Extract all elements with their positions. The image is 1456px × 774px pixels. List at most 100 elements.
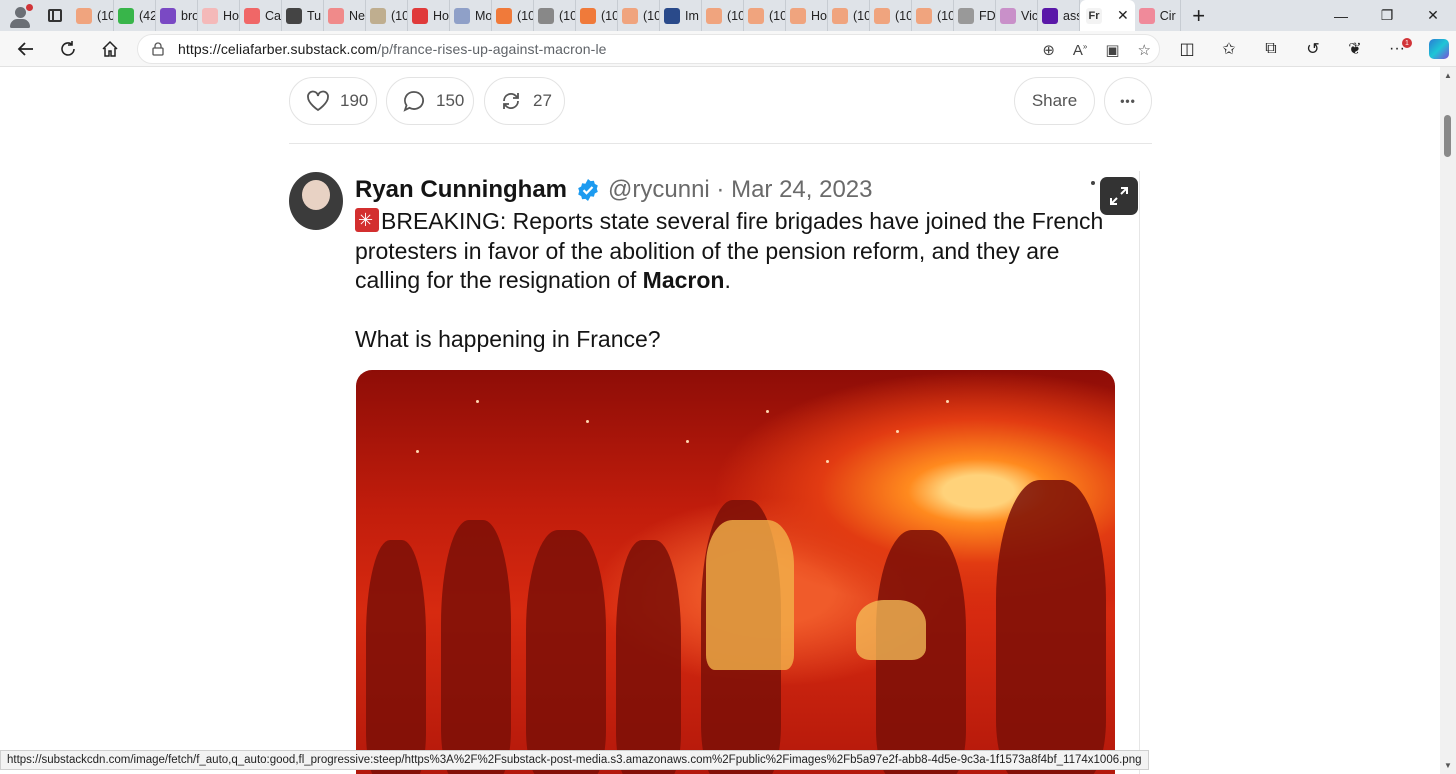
tab-favicon-icon	[202, 7, 218, 24]
copilot-icon[interactable]	[1418, 31, 1456, 67]
tab-12[interactable]: (10	[576, 0, 618, 31]
substack-favicon-icon: Fr	[1086, 7, 1102, 24]
zoom-icon[interactable]: ⊕	[1042, 41, 1055, 59]
siren-emoji-icon	[355, 208, 379, 232]
tab-22[interactable]: Vic	[996, 0, 1038, 31]
tab-favicon-icon	[370, 7, 386, 24]
tab-16[interactable]: (10	[744, 0, 786, 31]
tab-label: (10	[601, 8, 618, 23]
tab-favicon-icon	[916, 7, 932, 24]
more-options-icon[interactable]: ··· 1	[1376, 31, 1418, 67]
split-screen-icon[interactable]: ◫	[1166, 31, 1208, 67]
tab-favicon-icon	[538, 7, 554, 24]
tab-favicon-icon	[118, 7, 134, 24]
like-button[interactable]: 190	[289, 77, 377, 125]
tab-label: (42	[139, 8, 156, 23]
tab-label: Vic	[1021, 8, 1038, 23]
avatar[interactable]	[289, 172, 343, 230]
new-tab-button[interactable]: +	[1181, 0, 1217, 31]
tab-actions-icon[interactable]	[38, 0, 72, 31]
tab-19[interactable]: (10	[870, 0, 912, 31]
tab-label: bro	[181, 8, 198, 23]
tab-6[interactable]: Ne	[324, 0, 366, 31]
refresh-button[interactable]	[47, 31, 89, 67]
restack-button[interactable]: 27	[484, 77, 565, 125]
back-arrow-icon	[17, 41, 33, 56]
tab-5[interactable]: Tu	[282, 0, 324, 31]
tab-0[interactable]: (10	[72, 0, 114, 31]
home-button[interactable]	[89, 31, 131, 67]
tab-15[interactable]: (10	[702, 0, 744, 31]
post-action-bar: 190 150 27 Share •••	[289, 77, 1152, 125]
tweet-menu-icon[interactable]	[1091, 181, 1095, 185]
comment-count: 150	[436, 91, 465, 110]
author-name[interactable]: Ryan Cunningham	[355, 176, 567, 204]
heart-icon	[307, 90, 329, 112]
immersive-reader-icon[interactable]: ▣	[1105, 41, 1119, 59]
tab-active[interactable]: Fr Fr ✕	[1080, 0, 1135, 31]
expand-button[interactable]	[1100, 177, 1138, 215]
tweet-line-3-suffix: .	[724, 267, 731, 293]
tab-3[interactable]: Ho	[198, 0, 240, 31]
tweet-line-3-bold: Macron	[642, 267, 725, 293]
scroll-down-icon[interactable]: ▼	[1444, 761, 1452, 770]
read-aloud-icon[interactable]: A»	[1073, 42, 1087, 59]
tab-23[interactable]: ass	[1038, 0, 1080, 31]
tab-label: Cir	[1159, 8, 1176, 23]
lock-icon[interactable]	[138, 42, 178, 56]
tab-label: (10	[559, 8, 576, 23]
navigation-bar: https://celiafarber.substack.com/p/franc…	[0, 31, 1456, 67]
comment-button[interactable]: 150	[386, 77, 474, 125]
tab-after[interactable]: Cir	[1135, 0, 1181, 31]
tab-strip: (10 (42 bro Ho Ca Tu Ne (10 Ho Mo (10 (10 (10 (10 Im (1…	[0, 0, 1456, 31]
tab-21[interactable]: FD	[954, 0, 996, 31]
tweet-line-4: What is happening in France?	[355, 326, 661, 352]
extensions-icon[interactable]: ❦	[1334, 31, 1376, 67]
tab-label: (10	[895, 8, 912, 23]
close-tab-icon[interactable]: ✕	[1117, 7, 1129, 24]
tab-1[interactable]: (42	[114, 0, 156, 31]
restack-count: 27	[533, 91, 552, 110]
tab-4[interactable]: Ca	[240, 0, 282, 31]
scrollbar-thumb[interactable]	[1444, 115, 1451, 157]
tab-9[interactable]: Mo	[450, 0, 492, 31]
tab-label: ass	[1063, 8, 1079, 23]
tab-favicon-icon	[664, 7, 680, 24]
profile-icon[interactable]	[0, 0, 38, 31]
comment-icon	[403, 91, 425, 112]
close-window-button[interactable]: ✕	[1410, 0, 1456, 31]
history-icon[interactable]: ↺	[1292, 31, 1334, 67]
tweet-line-3-prefix: calling for the resignation of	[355, 267, 643, 293]
refresh-icon	[61, 40, 75, 56]
youtube-favicon-icon	[1138, 7, 1155, 24]
tab-label: Ho	[433, 8, 449, 23]
tab-17[interactable]: Ho	[786, 0, 828, 31]
tab-13[interactable]: (10	[618, 0, 660, 31]
address-bar[interactable]: https://celiafarber.substack.com/p/franc…	[137, 34, 1160, 64]
tab-7[interactable]: (10	[366, 0, 408, 31]
vertical-scrollbar[interactable]: ▲ ▼	[1440, 67, 1456, 774]
tab-label: Mo	[475, 8, 492, 23]
tab-14[interactable]: Im	[660, 0, 702, 31]
tab-list: (10 (42 bro Ho Ca Tu Ne (10 Ho Mo (10 (10 (10 (10 Im (1…	[72, 0, 1080, 31]
tab-10[interactable]: (10	[492, 0, 534, 31]
favorite-star-icon[interactable]: ☆	[1138, 41, 1151, 59]
tab-18[interactable]: (10	[828, 0, 870, 31]
restore-button[interactable]: ❐	[1364, 0, 1410, 31]
scroll-up-icon[interactable]: ▲	[1444, 71, 1452, 80]
favorites-icon[interactable]: ✩	[1208, 31, 1250, 67]
minimize-button[interactable]: —	[1318, 0, 1364, 31]
tweet-media-image[interactable]	[356, 370, 1115, 774]
back-button[interactable]	[5, 31, 47, 67]
url-text[interactable]: https://celiafarber.substack.com/p/franc…	[178, 41, 607, 57]
tab-20[interactable]: (10	[912, 0, 954, 31]
tab-11[interactable]: (10	[534, 0, 576, 31]
tab-8[interactable]: Ho	[408, 0, 450, 31]
more-button[interactable]: •••	[1104, 77, 1152, 125]
tab-2[interactable]: bro	[156, 0, 198, 31]
handle-and-date[interactable]: @rycunni · Mar 24, 2023	[608, 176, 872, 204]
share-button[interactable]: Share	[1014, 77, 1095, 125]
window-controls: — ❐ ✕	[1318, 0, 1456, 31]
tab-label: Im	[685, 8, 699, 23]
collections-icon[interactable]: ⧉	[1250, 31, 1292, 67]
